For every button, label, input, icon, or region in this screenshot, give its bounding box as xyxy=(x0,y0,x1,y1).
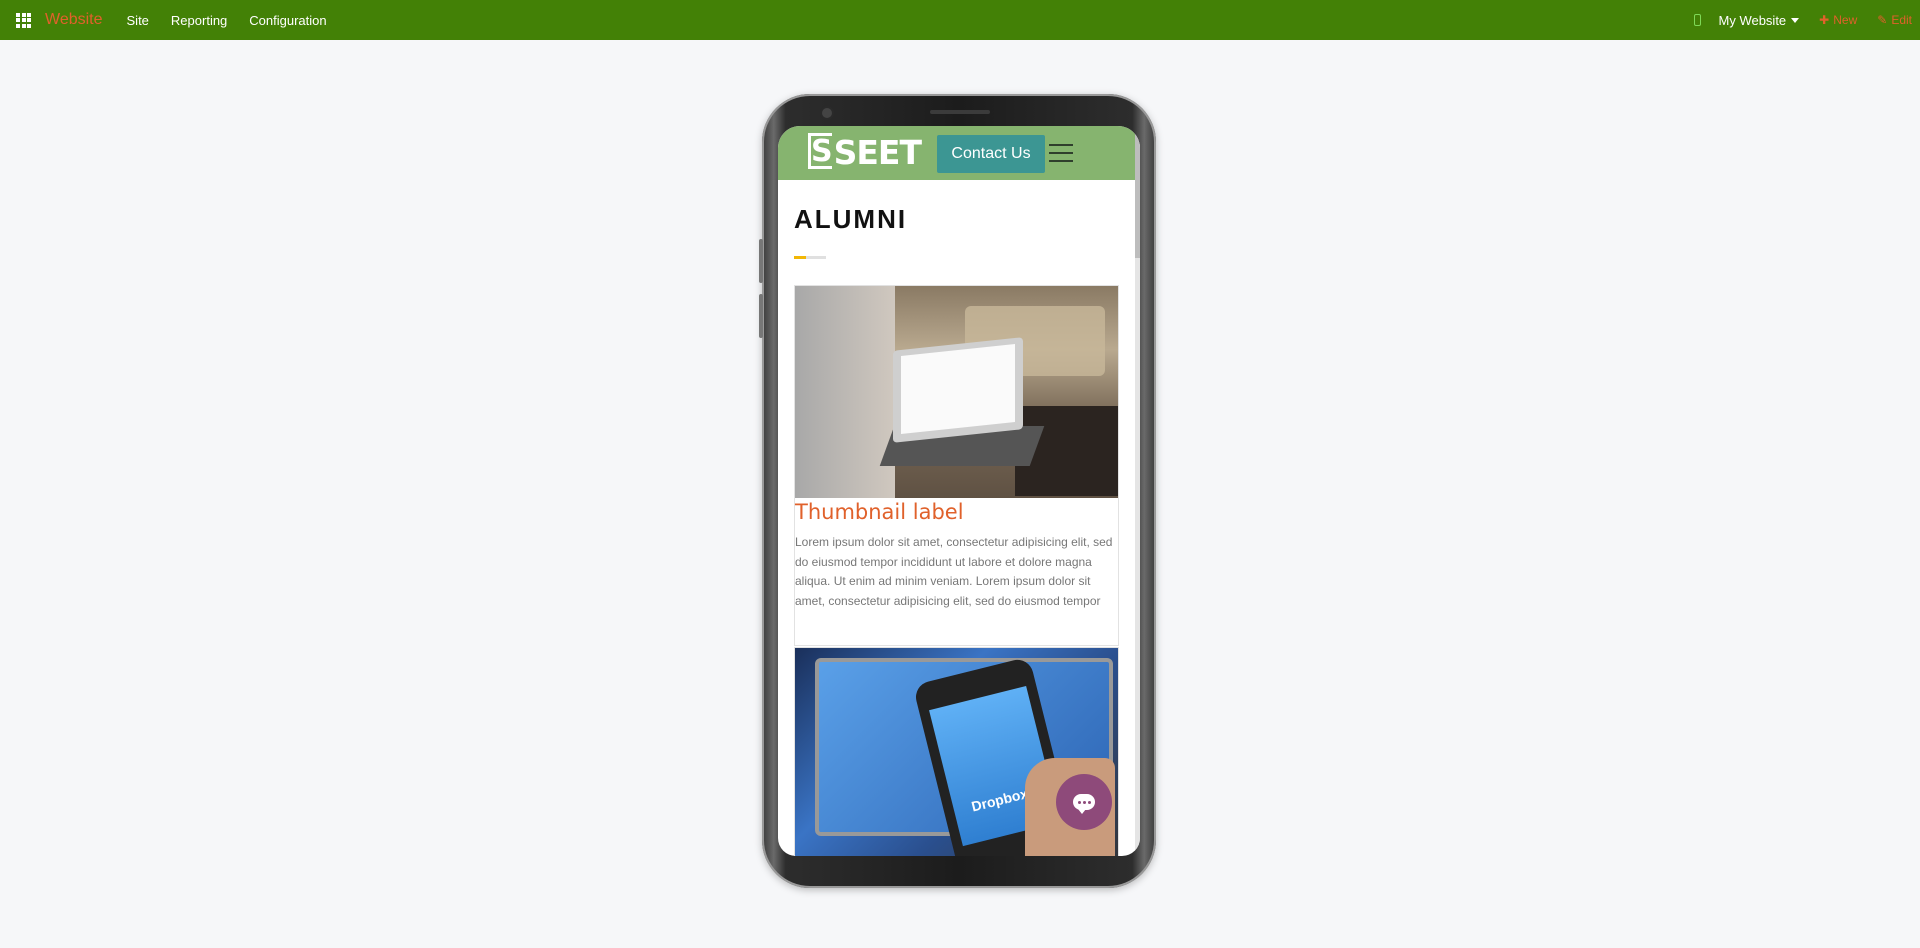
edit-button[interactable]: ✎ Edit xyxy=(1877,13,1912,27)
logo-initial: S xyxy=(808,133,833,169)
dropbox-photo-label: Dropbox xyxy=(969,785,1030,815)
website-switcher-label: My Website xyxy=(1718,12,1787,28)
new-label: New xyxy=(1833,13,1858,27)
phone-camera xyxy=(822,108,832,118)
top-navbar: Website Site Reporting Configuration My … xyxy=(0,0,1920,40)
app-brand[interactable]: Website xyxy=(45,11,103,29)
card-text: Lorem ipsum dolor sit amet, consectetur … xyxy=(795,535,1113,608)
new-button[interactable]: ✚ New xyxy=(1819,13,1857,27)
laptop-shopping-photo xyxy=(795,286,1118,498)
phone-speaker xyxy=(930,110,990,114)
card-title[interactable]: Thumbnail label xyxy=(795,500,964,524)
phone-side-button xyxy=(759,294,763,338)
menu-site[interactable]: Site xyxy=(127,13,149,28)
site-header: S SEET Contact Us xyxy=(778,126,1135,180)
logo-text: SEET xyxy=(833,133,922,172)
preview-scrollbar[interactable] xyxy=(1135,126,1140,856)
navbar-right: My Website ✚ New ✎ Edit xyxy=(1693,0,1920,40)
site-logo[interactable]: S SEET xyxy=(808,133,922,173)
thumbnail-card: Thumbnail label Lorem ipsum dolor sit am… xyxy=(794,285,1119,646)
edit-label: Edit xyxy=(1891,13,1912,27)
menu-reporting[interactable]: Reporting xyxy=(171,13,227,28)
contact-us-button[interactable]: Contact Us xyxy=(937,135,1045,173)
scrollbar-thumb[interactable] xyxy=(1135,126,1140,258)
page-title: ALUMNI xyxy=(794,204,908,234)
live-chat-button[interactable] xyxy=(1056,774,1112,830)
plus-icon: ✚ xyxy=(1819,13,1830,27)
pencil-icon: ✎ xyxy=(1877,13,1888,27)
caret-down-icon xyxy=(1791,17,1800,23)
hamburger-icon[interactable] xyxy=(1049,144,1073,162)
website-switcher[interactable]: My Website xyxy=(1719,13,1800,28)
phone-side-button xyxy=(759,239,763,283)
chat-bubble-icon xyxy=(1073,794,1095,814)
title-underline xyxy=(794,256,826,259)
menu-configuration[interactable]: Configuration xyxy=(249,13,326,28)
phone-screen: S SEET Contact Us ALUMNI Thumbnail label… xyxy=(778,126,1140,856)
apps-grid-icon[interactable] xyxy=(16,12,31,28)
mobile-preview-frame: S SEET Contact Us ALUMNI Thumbnail label… xyxy=(759,94,1156,888)
mobile-icon[interactable] xyxy=(1693,14,1701,26)
